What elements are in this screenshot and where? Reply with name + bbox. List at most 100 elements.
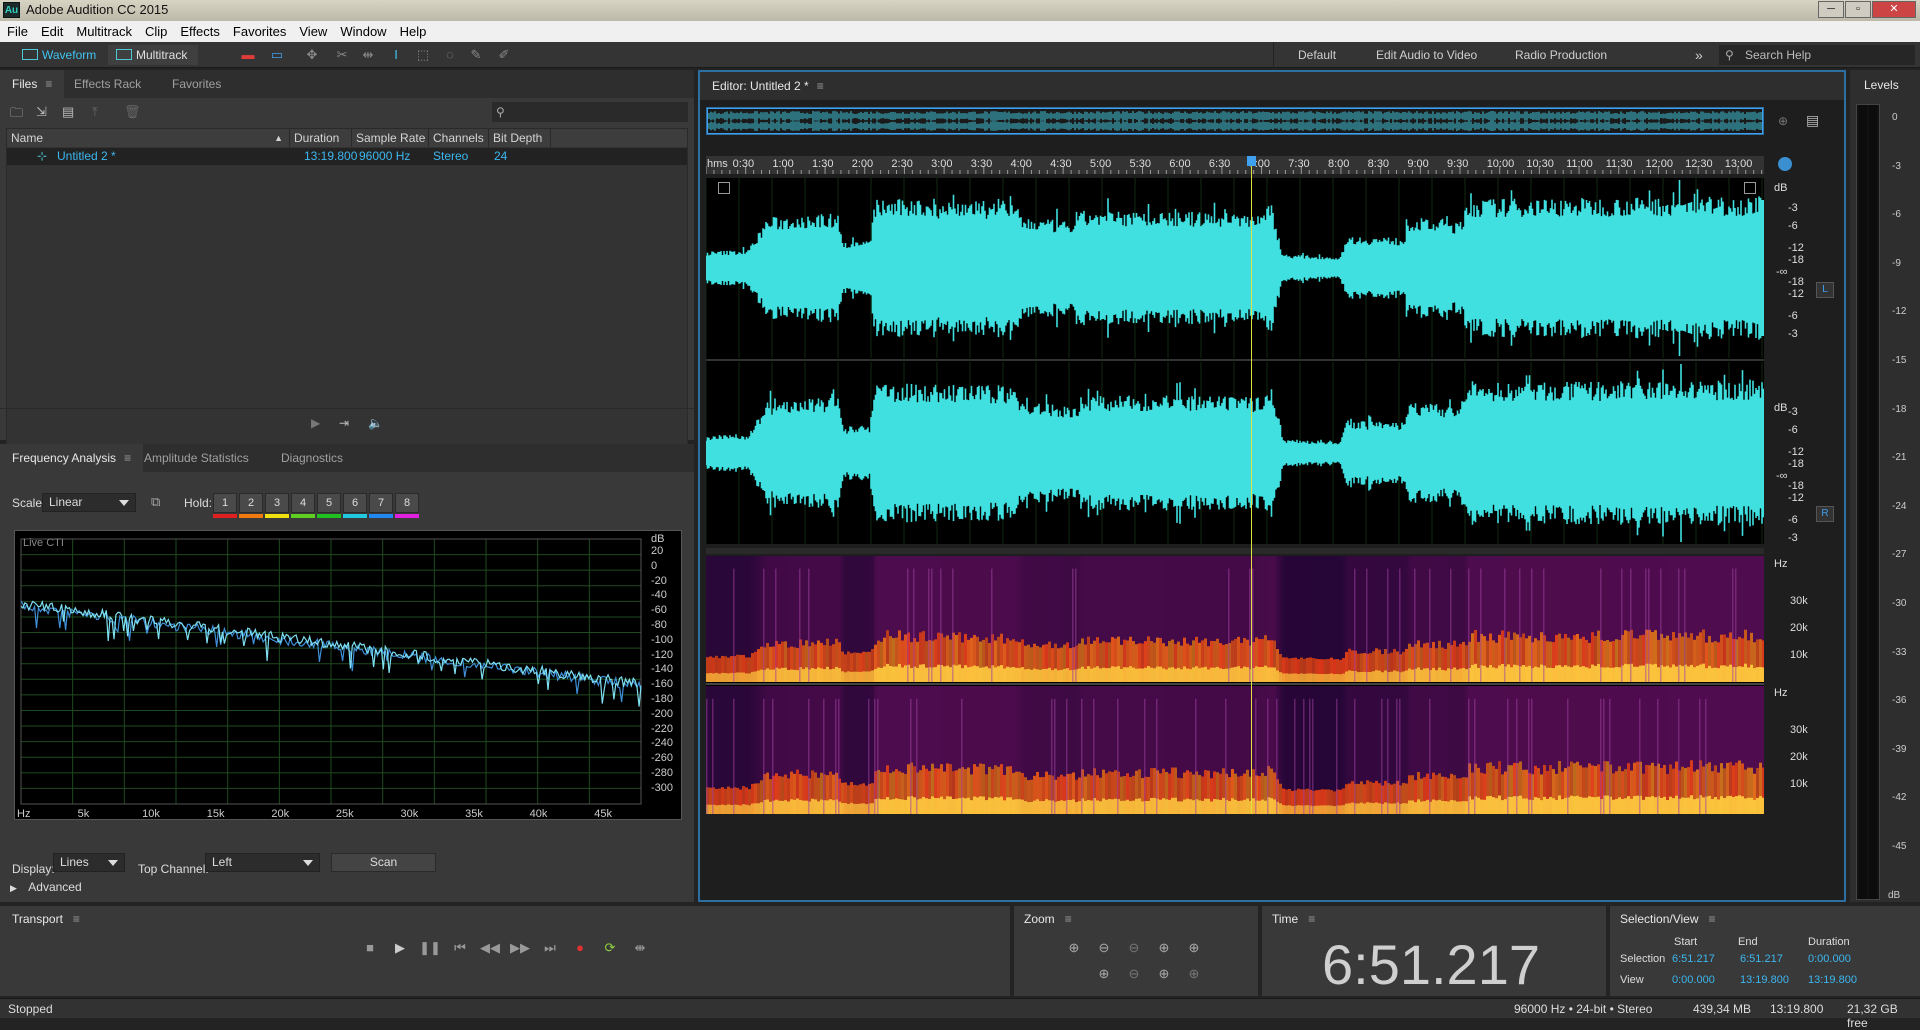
skip-next-icon[interactable]: ⏭ — [538, 938, 562, 958]
workspace-edit-audio-to-video[interactable]: Edit Audio to Video — [1376, 42, 1477, 68]
tab-editor[interactable]: Editor: Untitled 2 * ≡ — [700, 72, 836, 100]
column-sample-rate[interactable]: Sample Rate — [352, 129, 429, 147]
view-duration[interactable]: 13:19.800 — [1808, 974, 1857, 986]
zoom-reset-icon[interactable]: ⊕ — [1182, 964, 1206, 984]
brush-tool-icon[interactable]: ✎ — [467, 46, 485, 64]
tab-frequency-analysis[interactable]: Frequency Analysis ≡ — [0, 444, 144, 472]
scale-select[interactable]: Linear — [42, 493, 136, 512]
spectral-display[interactable] — [706, 556, 1764, 814]
menu-clip[interactable]: Clip — [138, 21, 173, 39]
selection-end[interactable]: 6:51.217 — [1740, 953, 1783, 965]
skip-selection-icon[interactable]: ⇼ — [628, 938, 652, 958]
menu-multitrack[interactable]: Multitrack — [69, 21, 138, 39]
auto-play-icon[interactable]: 🔈 — [368, 416, 383, 430]
overview-navigator[interactable] — [706, 107, 1764, 135]
hold-button-1[interactable]: 1 — [213, 493, 237, 513]
lasso-tool-icon[interactable]: ◌ — [441, 46, 459, 64]
zoom-out-full-icon[interactable]: ⊖ — [1122, 938, 1146, 958]
play-icon[interactable]: ▶ — [388, 938, 412, 958]
hold-button-6[interactable]: 6 — [343, 493, 367, 513]
fade-out-handle-icon[interactable] — [1744, 182, 1756, 194]
view-end[interactable]: 13:19.800 — [1740, 974, 1789, 986]
insert-multitrack-icon[interactable]: ⤒ — [92, 104, 98, 120]
tab-diagnostics[interactable]: Diagnostics — [269, 444, 355, 472]
tab-files[interactable]: Files ≡ — [0, 70, 65, 98]
menu-effects[interactable]: Effects — [173, 21, 226, 39]
multitrack-view-button[interactable]: Multitrack — [108, 45, 198, 65]
menu-help[interactable]: Help — [393, 21, 433, 39]
current-time-indicator[interactable] — [1250, 156, 1252, 814]
channel-right-toggle[interactable]: R — [1816, 506, 1834, 522]
pause-icon[interactable]: ❚❚ — [418, 938, 442, 958]
spectral-divider-handle[interactable] — [706, 548, 1764, 554]
hold-button-2[interactable]: 2 — [239, 493, 263, 513]
menu-window[interactable]: Window — [333, 21, 392, 39]
waveform-display[interactable] — [706, 178, 1764, 544]
spot-healing-tool-icon[interactable]: ✐ — [495, 46, 513, 64]
maximize-button[interactable]: ▫ — [1845, 1, 1871, 18]
menu-view[interactable]: View — [292, 21, 333, 39]
search-help-input[interactable]: ⚲ Search Help — [1719, 45, 1915, 65]
move-tool-icon[interactable]: ✥ — [303, 46, 321, 64]
table-row[interactable]: ⊹ Untitled 2 * 13:19.800 96000 Hz Stereo… — [7, 148, 687, 165]
hold-button-4[interactable]: 4 — [291, 493, 315, 513]
razor-tool-icon[interactable]: ✂ — [333, 46, 351, 64]
hold-button-8[interactable]: 8 — [395, 493, 419, 513]
selection-duration[interactable]: 0:00.000 — [1808, 953, 1851, 965]
skip-previous-icon[interactable]: ⏮ — [448, 938, 472, 958]
record-icon[interactable]: ● — [568, 938, 592, 958]
rewind-icon[interactable]: ◀◀ — [478, 938, 502, 958]
hold-button-3[interactable]: 3 — [265, 493, 289, 513]
zoom-selection-icon[interactable]: ⊕ — [1152, 964, 1176, 984]
playhead-marker[interactable] — [1246, 156, 1256, 166]
preview-loop-icon[interactable]: ⇥ — [339, 416, 349, 430]
waveform-view-button[interactable]: Waveform — [14, 45, 109, 65]
workspace-radio-production[interactable]: Radio Production — [1515, 42, 1607, 68]
minimize-button[interactable]: ─ — [1818, 1, 1844, 18]
new-file-icon[interactable]: ▤ — [62, 104, 74, 120]
more-workspaces-button[interactable]: » — [1695, 42, 1703, 68]
zoom-in-point-icon[interactable]: ⊕ — [1152, 938, 1176, 958]
pitch-display-icon[interactable]: ▭ — [268, 46, 286, 64]
column-bit-depth[interactable]: Bit Depth — [489, 129, 551, 147]
time-selection-tool-icon[interactable]: I — [387, 46, 405, 64]
tab-amplitude-statistics[interactable]: Amplitude Statistics — [132, 444, 261, 472]
close-button[interactable]: ✕ — [1872, 1, 1916, 18]
top-channel-select[interactable]: Left — [205, 853, 320, 872]
zoom-out-amplitude-icon[interactable]: ⊖ — [1092, 938, 1116, 958]
slip-tool-icon[interactable]: ⇹ — [359, 46, 377, 64]
zoom-in-time-icon[interactable]: ⊕ — [1092, 964, 1116, 984]
reset-icon[interactable]: ⧉ — [151, 494, 160, 510]
view-start[interactable]: 0:00.000 — [1672, 974, 1715, 986]
column-duration[interactable]: Duration — [290, 129, 352, 147]
fade-in-handle-icon[interactable] — [718, 182, 730, 194]
import-file-icon[interactable]: ⇲ — [36, 104, 47, 120]
time-ruler[interactable]: hms 0:30 1:00 1:30 2:00 2:30 3:00 3:30 4:00 4:30… — [706, 156, 1764, 174]
zoom-to-selection-icon[interactable]: ⊕ — [1778, 114, 1788, 128]
spectral-display-icon[interactable]: ▬ — [239, 46, 257, 64]
hold-button-7[interactable]: 7 — [369, 493, 393, 513]
workspace-default[interactable]: Default — [1298, 42, 1336, 68]
open-file-icon[interactable]: 🗀 — [10, 104, 23, 126]
hold-button-5[interactable]: 5 — [317, 493, 341, 513]
zoom-in-amplitude-icon[interactable]: ⊕ — [1062, 938, 1086, 958]
selection-start[interactable]: 6:51.217 — [1672, 953, 1715, 965]
delete-icon[interactable]: 🗑 — [124, 104, 141, 120]
zoom-in-out-icon[interactable]: ⊕ — [1182, 938, 1206, 958]
zoom-out-time-icon[interactable]: ⊖ — [1122, 964, 1146, 984]
column-channels[interactable]: Channels — [429, 129, 489, 147]
marquee-tool-icon[interactable]: ⬚ — [414, 46, 432, 64]
scan-button[interactable]: Scan — [331, 853, 436, 872]
menu-edit[interactable]: Edit — [34, 21, 69, 39]
column-name[interactable]: Name ▲ — [7, 129, 290, 147]
menu-file[interactable]: File — [0, 21, 34, 39]
channel-left-toggle[interactable]: L — [1816, 282, 1834, 298]
stop-icon[interactable]: ■ — [358, 938, 382, 958]
display-select[interactable]: Lines — [53, 853, 125, 872]
tab-favorites[interactable]: Favorites — [160, 70, 233, 98]
loop-playback-icon[interactable]: ⟳ — [598, 938, 622, 958]
playhead-zoom-icon[interactable] — [1778, 157, 1792, 171]
tab-effects-rack[interactable]: Effects Rack — [62, 70, 153, 98]
files-search-input[interactable]: ⚲ — [492, 102, 688, 122]
fast-forward-icon[interactable]: ▶▶ — [508, 938, 532, 958]
